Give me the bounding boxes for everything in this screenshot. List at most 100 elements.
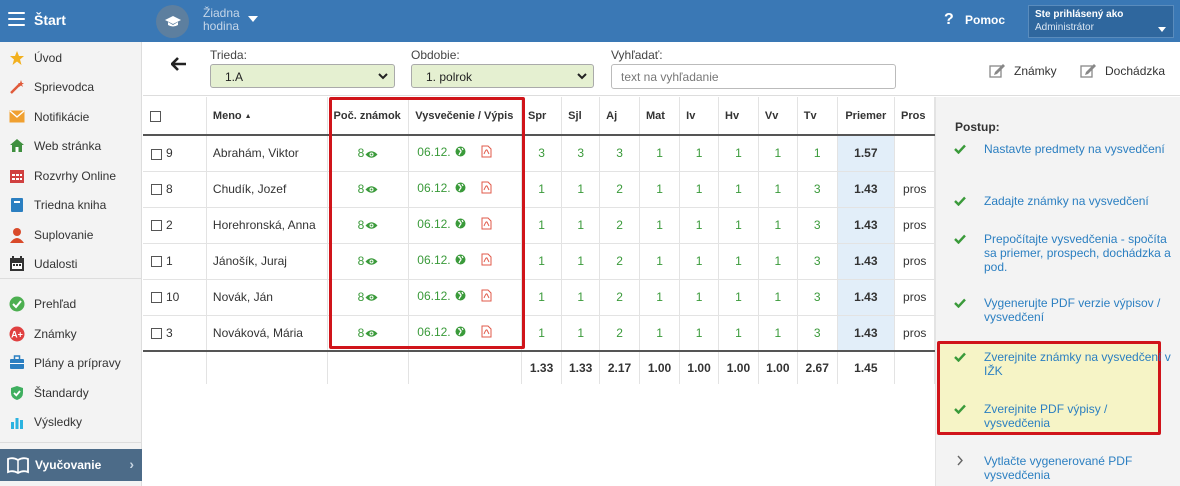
- period-select[interactable]: 1. polrok: [411, 64, 594, 88]
- grade-cell[interactable]: 1: [718, 135, 759, 172]
- grade-cell[interactable]: 2: [599, 315, 640, 352]
- grade-cell[interactable]: 1: [521, 243, 563, 280]
- row-checkbox[interactable]: [151, 184, 162, 196]
- table-row[interactable]: 8 Chudík, Jozef 8 06.12. 1 1 2 1 1 1 1 3 1.43 pros: [143, 171, 935, 208]
- grade-cell[interactable]: 1: [758, 279, 798, 316]
- subject-header[interactable]: Iv: [679, 97, 720, 136]
- grade-cell[interactable]: 1: [679, 279, 720, 316]
- row-select-cell[interactable]: 2: [143, 207, 207, 244]
- subject-header[interactable]: Tv: [797, 97, 838, 136]
- row-checkbox[interactable]: [151, 220, 162, 232]
- grade-cell[interactable]: 2: [599, 207, 640, 244]
- sidebar-item-8[interactable]: Prehľad: [0, 289, 142, 318]
- grade-cell[interactable]: 1: [679, 135, 720, 172]
- grade-cell[interactable]: 1: [718, 315, 759, 352]
- sidebar-item-0[interactable]: Úvod: [0, 43, 142, 72]
- student-name[interactable]: Novák, Ján: [206, 279, 328, 316]
- grade-cell[interactable]: 3: [521, 135, 563, 172]
- grade-cell[interactable]: 1: [561, 243, 601, 280]
- grade-cell[interactable]: 1: [718, 279, 759, 316]
- lesson-caret-icon[interactable]: [248, 16, 258, 22]
- table-row[interactable]: 10 Novák, Ján 8 06.12. 1 1 2 1 1 1 1 3 1.43 pros: [143, 279, 935, 316]
- select-all-checkbox[interactable]: [150, 110, 161, 122]
- row-checkbox[interactable]: [151, 256, 162, 268]
- student-name[interactable]: Abrahám, Viktor: [206, 135, 328, 172]
- row-select-cell[interactable]: 9: [143, 135, 207, 172]
- subject-header[interactable]: Aj: [599, 97, 640, 136]
- user-menu[interactable]: Ste prihlásený ako Administrátor: [1028, 5, 1174, 38]
- step-4[interactable]: Vygenerujte PDF verzie výpisov / vysvedč…: [954, 296, 1174, 324]
- table-row[interactable]: 2 Horehronská, Anna 8 06.12. 1 1 2 1 1 1 1 3 1.43 pro…: [143, 207, 935, 244]
- subject-header[interactable]: Vv: [758, 97, 798, 136]
- row-checkbox[interactable]: [151, 148, 162, 160]
- grade-cell[interactable]: 1: [639, 279, 681, 316]
- grade-cell[interactable]: 3: [797, 315, 838, 352]
- grade-cell[interactable]: 1: [521, 315, 563, 352]
- average-header[interactable]: Priemer: [837, 97, 896, 136]
- grade-cell[interactable]: 2: [599, 279, 640, 316]
- grade-cell[interactable]: 1: [797, 135, 838, 172]
- grade-cell[interactable]: 1: [639, 171, 681, 208]
- help-link[interactable]: Pomoc: [965, 13, 1005, 27]
- grade-cell[interactable]: 3: [797, 171, 838, 208]
- grade-cell[interactable]: 1: [758, 207, 798, 244]
- grade-cell[interactable]: 1: [679, 243, 720, 280]
- class-select[interactable]: 1.A: [210, 64, 395, 88]
- start-menu-label[interactable]: Štart: [34, 12, 66, 28]
- grade-cell[interactable]: 1: [639, 207, 681, 244]
- row-checkbox[interactable]: [151, 292, 162, 304]
- grade-cell[interactable]: 3: [797, 243, 838, 280]
- row-select-cell[interactable]: 1: [143, 243, 207, 280]
- sidebar-item-11[interactable]: Štandardy: [0, 378, 142, 407]
- step-2[interactable]: Zadajte známky na vysvedčení: [954, 194, 1174, 208]
- row-checkbox[interactable]: [151, 328, 162, 340]
- row-select-cell[interactable]: 10: [143, 279, 207, 316]
- sidebar-item-7[interactable]: Udalosti: [0, 249, 142, 278]
- step-3[interactable]: Prepočítajte vysvedčenia - spočíta sa pr…: [954, 232, 1174, 274]
- step-1[interactable]: Nastavte predmety na vysvedčení: [954, 142, 1174, 156]
- sidebar-item-12[interactable]: Výsledky: [0, 407, 142, 436]
- grade-cell[interactable]: 1: [521, 207, 563, 244]
- grade-cell[interactable]: 1: [718, 207, 759, 244]
- student-name[interactable]: Nováková, Mária: [206, 315, 328, 352]
- grade-cell[interactable]: 1: [639, 315, 681, 352]
- student-name[interactable]: Jánošík, Juraj: [206, 243, 328, 280]
- grade-cell[interactable]: 1: [561, 171, 601, 208]
- grade-cell[interactable]: 3: [561, 135, 601, 172]
- grade-cell[interactable]: 1: [679, 207, 720, 244]
- help-icon[interactable]: ?: [944, 11, 954, 29]
- subject-header[interactable]: Hv: [718, 97, 759, 136]
- grade-cell[interactable]: 2: [599, 243, 640, 280]
- sidebar-item-9[interactable]: A+ Známky: [0, 319, 142, 348]
- grade-cell[interactable]: 1: [758, 243, 798, 280]
- grade-cell[interactable]: 1: [758, 171, 798, 208]
- attendance-tool-button[interactable]: Dochádzka: [1080, 63, 1165, 78]
- grade-cell[interactable]: 1: [758, 135, 798, 172]
- grade-cell[interactable]: 1: [639, 135, 681, 172]
- grade-cell[interactable]: 1: [561, 315, 601, 352]
- subject-header[interactable]: Sjl: [561, 97, 601, 136]
- grade-cell[interactable]: 1: [639, 243, 681, 280]
- sidebar-item-2[interactable]: Notifikácie: [0, 102, 142, 131]
- table-row[interactable]: 1 Jánošík, Juraj 8 06.12. 1 1 2 1 1 1 1 3 1.43 pros: [143, 243, 935, 280]
- hamburger-menu-icon[interactable]: [8, 12, 25, 26]
- grade-cell[interactable]: 1: [758, 315, 798, 352]
- current-lesson[interactable]: Žiadna hodina: [203, 7, 243, 33]
- grade-cell[interactable]: 1: [718, 171, 759, 208]
- grade-cell[interactable]: 3: [797, 207, 838, 244]
- grade-cell[interactable]: 1: [561, 279, 601, 316]
- step-7[interactable]: Vytlačte vygenerované PDF vysvedčenia: [954, 454, 1174, 482]
- row-select-cell[interactable]: 3: [143, 315, 207, 352]
- sidebar-item-6[interactable]: Suplovanie: [0, 220, 142, 249]
- grade-cell[interactable]: 1: [561, 207, 601, 244]
- result-header[interactable]: Pros: [894, 97, 935, 136]
- table-row[interactable]: 9 Abrahám, Viktor 8 06.12. 3 3 3 1 1 1 1 1 1.57: [143, 135, 935, 172]
- step-6[interactable]: Zverejnite PDF výpisy / vysvedčenia: [954, 402, 1174, 430]
- grade-cell[interactable]: 3: [599, 135, 640, 172]
- grade-cell[interactable]: 2: [599, 171, 640, 208]
- subject-header[interactable]: Mat: [639, 97, 681, 136]
- sidebar-item-active[interactable]: Vyučovanie ›: [0, 449, 142, 481]
- sidebar-item-5[interactable]: Triedna kniha: [0, 190, 142, 219]
- grades-tool-button[interactable]: Známky: [989, 63, 1057, 78]
- student-name[interactable]: Chudík, Jozef: [206, 171, 328, 208]
